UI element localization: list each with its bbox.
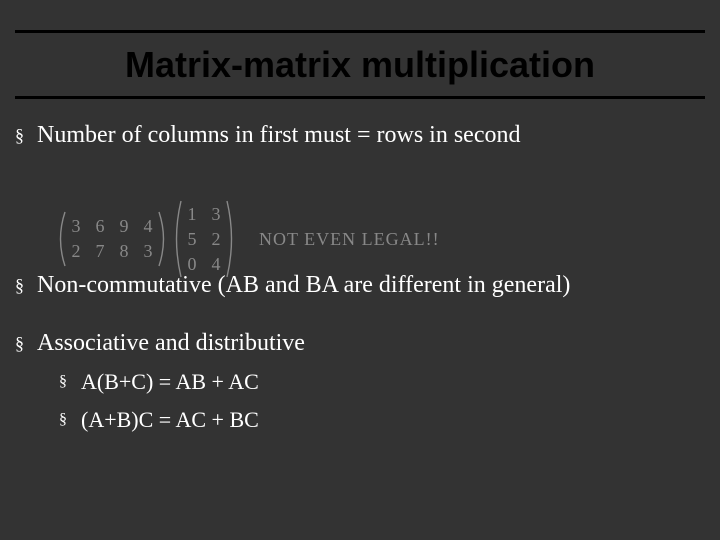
bullet-1: § Number of columns in first must = rows…	[15, 120, 705, 150]
cell: 4	[211, 254, 221, 275]
cell: 0	[187, 254, 197, 275]
slide-title: Matrix-matrix multiplication	[15, 44, 705, 86]
cell: 3	[71, 216, 81, 237]
bullet-icon: §	[15, 328, 37, 358]
bullet-3a-text: A(B+C) = AB + AC	[81, 368, 705, 396]
matrix-a: 3 6 9 4 2 7 8 3	[55, 211, 169, 267]
bullet-icon: §	[59, 406, 81, 434]
bullet-3b-text: (A+B)C = AC + BC	[81, 406, 705, 434]
spacer	[15, 310, 705, 328]
bullet-3b: § (A+B)C = AC + BC	[59, 406, 705, 434]
cell: 2	[211, 229, 221, 250]
paren-right-icon	[157, 211, 169, 267]
bullet-icon: §	[15, 270, 37, 300]
cell: 9	[119, 216, 129, 237]
matrix-b: 1 3 5 2 0 4	[171, 200, 237, 278]
title-rule-bottom	[15, 96, 705, 99]
cell: 6	[95, 216, 105, 237]
matrix-b-cells: 1 3 5 2 0 4	[183, 200, 225, 278]
paren-right-icon	[225, 200, 237, 278]
matrix-a-cells: 3 6 9 4 2 7 8 3	[67, 211, 157, 267]
bullet-3-text: Associative and distributive	[37, 328, 705, 358]
cell: 3	[143, 241, 153, 262]
bullet-icon: §	[59, 368, 81, 396]
matrix-legend: NOT EVEN LEGAL!!	[259, 229, 440, 250]
matrix-example: 3 6 9 4 2 7 8 3 1 3 5 2 0	[55, 200, 440, 278]
cell: 7	[95, 241, 105, 262]
cell: 3	[211, 204, 221, 225]
cell: 4	[143, 216, 153, 237]
cell: 1	[187, 204, 197, 225]
bullet-1-text: Number of columns in first must = rows i…	[37, 120, 705, 150]
slide: Matrix-matrix multiplication § Number of…	[0, 0, 720, 540]
bullet-3a: § A(B+C) = AB + AC	[59, 368, 705, 396]
paren-left-icon	[55, 211, 67, 267]
cell: 5	[187, 229, 197, 250]
bullet-icon: §	[15, 120, 37, 150]
cell: 8	[119, 241, 129, 262]
bullet-3: § Associative and distributive	[15, 328, 705, 358]
title-rule-top	[15, 30, 705, 33]
slide-body: § Number of columns in first must = rows…	[15, 120, 705, 444]
cell: 2	[71, 241, 81, 262]
paren-left-icon	[171, 200, 183, 278]
